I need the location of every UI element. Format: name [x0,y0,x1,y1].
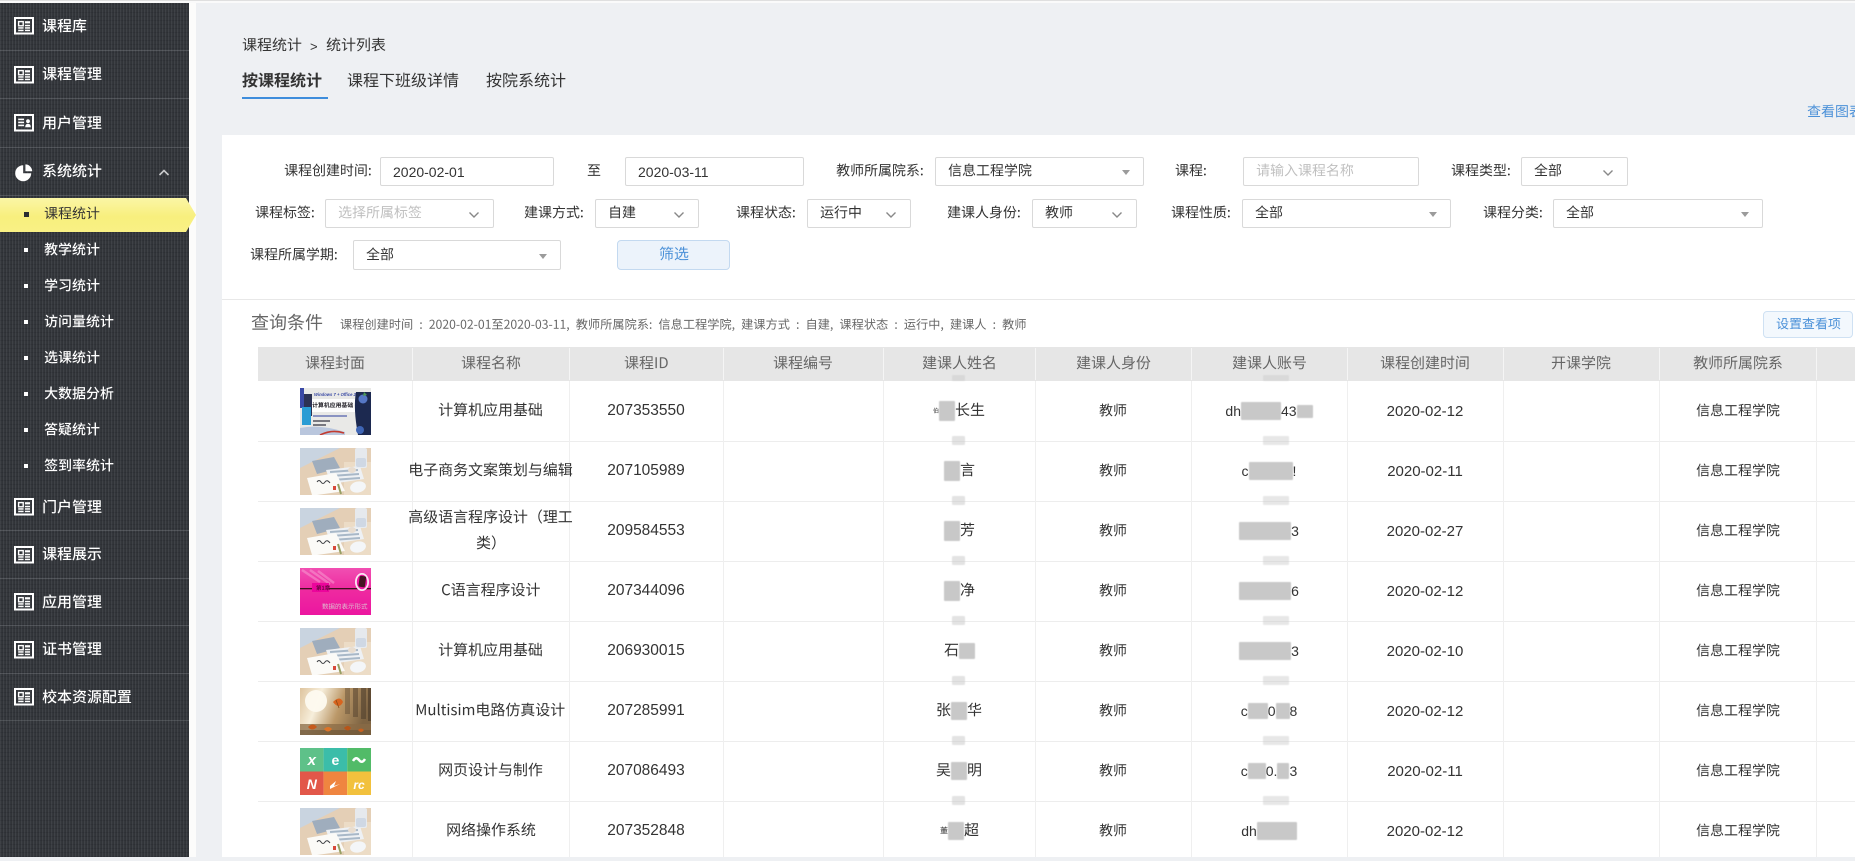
svg-text:rc: rc [353,778,365,792]
svg-text:N: N [306,776,317,792]
svg-text:x: x [306,752,316,769]
svg-text:e: e [331,752,339,768]
